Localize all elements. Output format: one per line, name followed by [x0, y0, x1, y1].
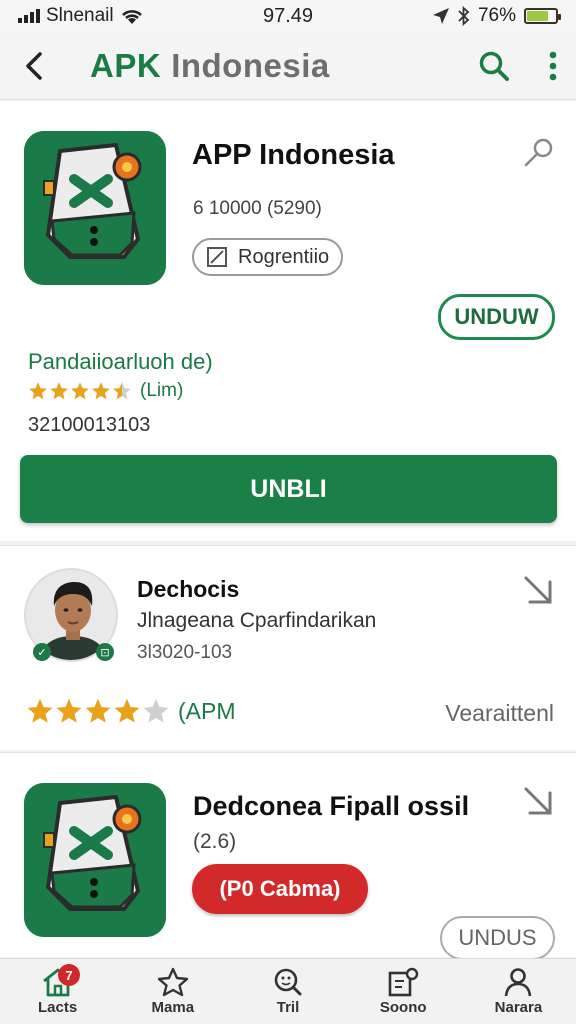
pin-icon[interactable]	[522, 135, 556, 169]
nav-label-narara: Narara	[494, 999, 543, 1016]
nav-item-mama[interactable]: Mama	[115, 959, 230, 1024]
bottom-nav: 7 Lacts Mama Tril Soono Narara	[0, 958, 576, 1024]
nav-label-home: Lacts	[38, 999, 78, 1016]
rating-stars	[28, 381, 132, 401]
star-icon	[85, 698, 111, 723]
person-icon	[505, 968, 532, 997]
second-app-name: Dedconea Fipall ossil	[193, 791, 470, 821]
primary-download-button[interactable]: UNBLI	[20, 455, 557, 523]
second-open-external-icon[interactable]	[520, 783, 556, 819]
battery-icon	[524, 8, 561, 24]
star-icon	[27, 698, 53, 723]
search-icon[interactable]	[478, 50, 510, 82]
star-icon	[56, 698, 82, 723]
review-card: ✓ ⊡ Dechocis Jlnageana Cparfindarikan 3l…	[0, 545, 576, 750]
location-arrow-icon	[432, 8, 449, 24]
second-app-card: Dedconea Fipall ossil (2.6) (P0 Cabma) U…	[0, 752, 576, 960]
star-icon	[92, 382, 110, 400]
app-meta: 6 10000 (5290)	[193, 198, 322, 219]
search-face-icon	[274, 968, 302, 996]
notification-badge: 7	[58, 964, 80, 986]
battery-percent: 76%	[477, 5, 516, 26]
status-right: 76%	[358, 5, 561, 27]
version-link[interactable]: Vearaittenl	[445, 700, 554, 727]
review-title: Dechocis	[137, 576, 240, 602]
checkbox-icon	[207, 247, 227, 267]
review-subtitle: Jlnageana Cparfindarikan	[137, 609, 377, 632]
category-tag-label: Rogrentiio	[238, 245, 330, 268]
developer-name[interactable]: Pandaiioarluoh de)	[28, 349, 213, 375]
review-rating-label: (APM	[178, 697, 236, 724]
nav-label-soono: Soono	[379, 999, 427, 1016]
back-arrow-icon	[26, 51, 42, 80]
status-bar: Slnenail 97.49 76%	[0, 0, 576, 32]
app-logo-art	[24, 131, 166, 285]
verified-icon: ✓	[33, 643, 51, 661]
star-icon	[113, 382, 131, 400]
undus-button[interactable]: UNDUS	[440, 916, 555, 960]
battery-level	[527, 11, 549, 21]
chat-icon: ⊡	[96, 643, 114, 661]
second-app-meta: (2.6)	[193, 830, 237, 853]
carrier-name: Slnenail	[46, 5, 114, 26]
star-outline-icon	[157, 967, 188, 997]
review-rating-row: (APM	[26, 697, 236, 725]
status-left: Slnenail	[18, 5, 218, 27]
download-count: 32100013103	[28, 414, 151, 436]
nav-label-mama: Mama	[151, 999, 195, 1016]
nav-item-home[interactable]: 7 Lacts	[0, 959, 115, 1024]
bluetooth-icon	[458, 6, 470, 26]
featured-app-card: APP Indonesia 6 10000 (5290) Rogrentiio …	[0, 101, 576, 541]
status-time: 97.49	[262, 4, 314, 27]
open-external-icon[interactable]	[520, 572, 556, 608]
star-icon	[143, 698, 169, 723]
back-button[interactable]	[18, 46, 50, 86]
nav-item-soono[interactable]: Soono	[346, 959, 461, 1024]
app-name: APP Indonesia	[192, 139, 395, 171]
review-rating-stars	[26, 697, 170, 725]
app-logo-icon[interactable]	[24, 131, 166, 285]
review-meta: 3l3020-103	[137, 642, 233, 663]
star-icon	[71, 382, 89, 400]
star-icon	[50, 382, 68, 400]
category-tag[interactable]: Rogrentiio	[192, 238, 344, 276]
nav-label-tril: Tril	[276, 999, 300, 1016]
star-icon	[29, 382, 47, 400]
app-title-rest: Indonesia	[171, 46, 330, 84]
nav-item-narara[interactable]: Narara	[461, 959, 576, 1024]
app-title-brand: APK	[90, 46, 162, 84]
rating-label: (Lim)	[140, 380, 184, 401]
promo-pill[interactable]: (P0 Cabma)	[192, 864, 368, 914]
app-actions	[478, 50, 558, 82]
rating-row: (Lim)	[28, 380, 183, 402]
star-icon	[114, 698, 140, 723]
second-app-logo-art	[24, 783, 166, 937]
second-app-logo-icon[interactable]	[24, 783, 166, 937]
more-vert-icon[interactable]	[548, 50, 558, 82]
app-title: APK Indonesia	[90, 47, 330, 85]
nav-item-tril[interactable]: Tril	[230, 959, 345, 1024]
notes-icon	[388, 967, 419, 997]
app-bar: APK Indonesia	[0, 32, 576, 100]
unduw-button[interactable]: UNDUW	[438, 294, 555, 340]
wifi-icon	[121, 10, 142, 24]
signal-icon	[18, 9, 40, 23]
